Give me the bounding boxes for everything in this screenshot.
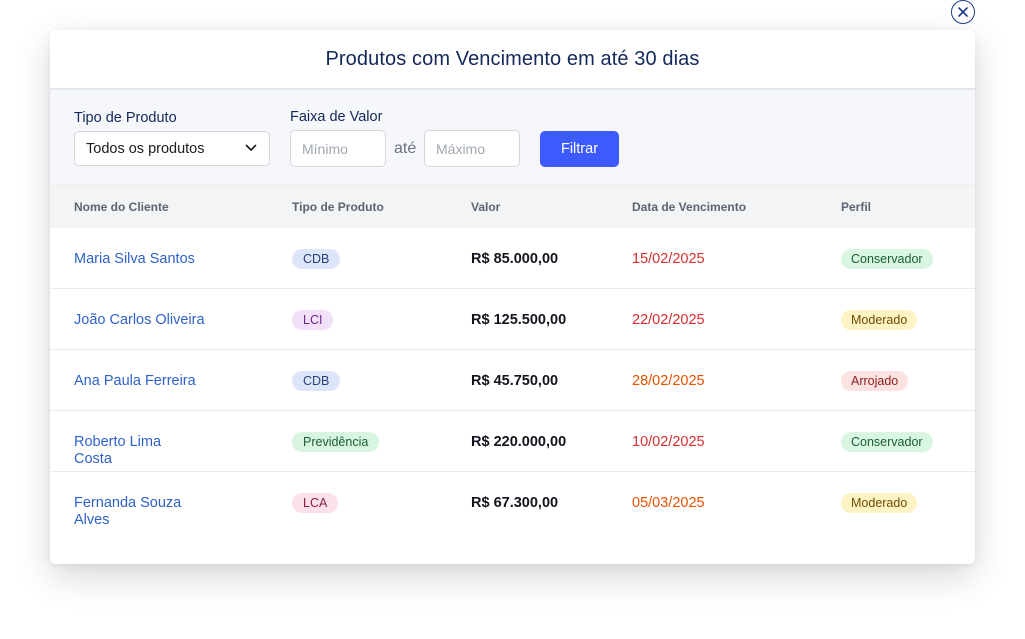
product-type-label: Tipo de Produto <box>74 110 177 126</box>
modal: Produtos com Vencimento em até 30 dias T… <box>50 30 975 564</box>
due-date-cell: 22/02/2025 <box>632 312 705 328</box>
value-cell: R$ 85.000,00 <box>471 251 559 267</box>
product-badge: LCI <box>292 310 334 330</box>
table-row: Fernanda Souza Alves LCA R$ 67.300,00 05… <box>50 472 975 533</box>
client-name-link[interactable]: João Carlos Oliveira <box>74 312 214 329</box>
table-header: Nome do Cliente Tipo de Produto Valor Da… <box>50 184 975 228</box>
client-name-link[interactable]: Ana Paula Ferreira <box>74 373 214 390</box>
header-client: Nome do Cliente <box>74 200 169 214</box>
value-range-label: Faixa de Valor <box>290 109 383 125</box>
product-type-select[interactable]: Todos os produtos <box>74 131 270 166</box>
product-badge: CDB <box>292 249 341 269</box>
value-cell: R$ 220.000,00 <box>471 434 567 450</box>
max-value-input[interactable] <box>424 130 520 167</box>
table-body: Maria Silva Santos CDB R$ 85.000,00 15/0… <box>50 228 975 533</box>
product-badge: CDB <box>292 371 341 391</box>
header-due-date: Data de Vencimento <box>632 200 747 214</box>
table-row: Maria Silva Santos CDB R$ 85.000,00 15/0… <box>50 228 975 289</box>
min-value-input[interactable] <box>290 130 386 167</box>
header-product-type: Tipo de Produto <box>292 200 384 214</box>
profile-badge: Conservador <box>841 432 933 452</box>
table-row: Ana Paula Ferreira CDB R$ 45.750,00 28/0… <box>50 350 975 411</box>
profile-badge: Arrojado <box>841 371 909 391</box>
due-date-cell: 05/03/2025 <box>632 495 705 511</box>
modal-title: Produtos com Vencimento em até 30 dias <box>325 47 700 70</box>
chevron-down-icon <box>245 144 257 151</box>
product-badge: LCA <box>292 493 339 513</box>
value-cell: R$ 125.500,00 <box>471 312 567 328</box>
range-separator: até <box>394 140 417 157</box>
close-button[interactable] <box>951 0 975 24</box>
header-value: Valor <box>471 200 501 214</box>
client-name-link[interactable]: Roberto Lima Costa <box>74 434 170 468</box>
profile-badge: Moderado <box>841 310 918 330</box>
due-date-cell: 28/02/2025 <box>632 373 705 389</box>
product-type-value: Todos os produtos <box>86 140 205 157</box>
profile-badge: Moderado <box>841 493 918 513</box>
client-name-link[interactable]: Maria Silva Santos <box>74 251 214 268</box>
filters-panel: Tipo de Produto Todos os produtos Faixa … <box>50 90 975 184</box>
table-row: João Carlos Oliveira LCI R$ 125.500,00 2… <box>50 289 975 350</box>
due-date-cell: 10/02/2025 <box>632 434 705 450</box>
modal-header: Produtos com Vencimento em até 30 dias <box>50 30 975 90</box>
table-row: Roberto Lima Costa Previdência R$ 220.00… <box>50 411 975 472</box>
client-name-link[interactable]: Fernanda Souza Alves <box>74 495 186 529</box>
filter-button[interactable]: Filtrar <box>540 131 619 167</box>
profile-badge: Conservador <box>841 249 933 269</box>
product-badge: Previdência <box>292 432 380 452</box>
header-profile: Perfil <box>841 200 872 214</box>
value-cell: R$ 45.750,00 <box>471 373 559 389</box>
value-cell: R$ 67.300,00 <box>471 495 559 511</box>
close-icon <box>958 7 968 17</box>
due-date-cell: 15/02/2025 <box>632 251 705 267</box>
